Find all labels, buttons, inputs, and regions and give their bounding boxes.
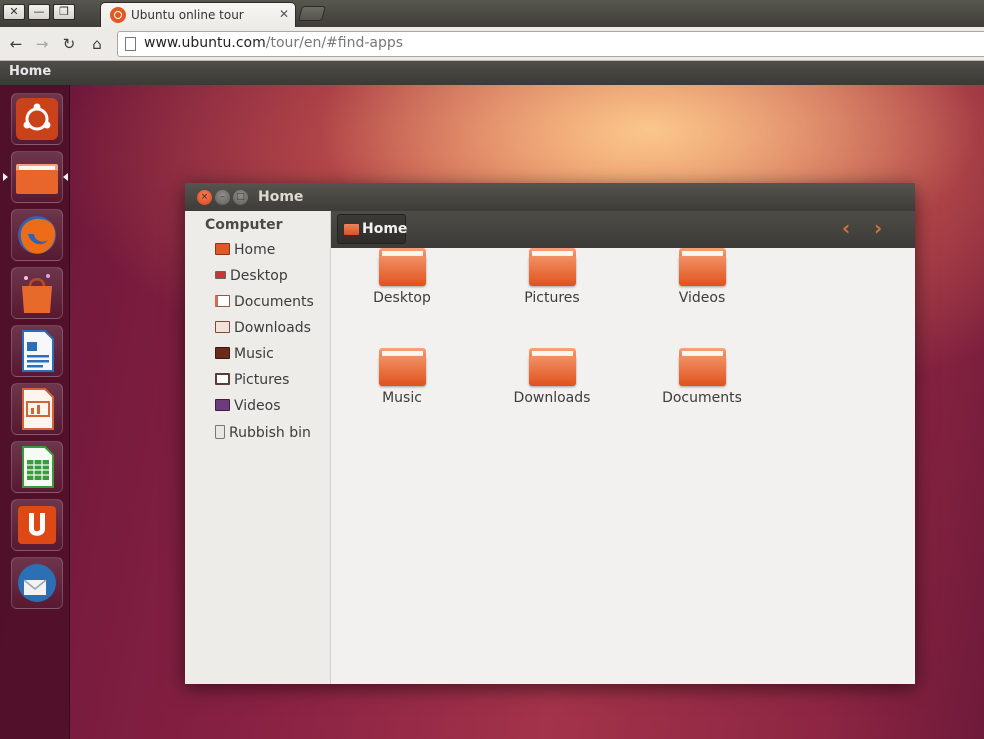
window-minimize-button[interactable]: –	[215, 190, 230, 205]
launcher-thunderbird-button[interactable]	[11, 557, 63, 609]
sidebar-item-downloads[interactable]: Downloads	[215, 320, 311, 342]
folder-label: Documents	[662, 390, 742, 406]
window-close-button[interactable]: ×	[197, 190, 212, 205]
tab-close-icon[interactable]: ✕	[279, 7, 289, 21]
file-manager-window: × – □ Home Computer Home Desktop Documen…	[185, 183, 915, 684]
thunderbird-icon	[18, 564, 56, 602]
folder-item-pictures[interactable]: Pictures	[497, 248, 607, 328]
folder-label: Pictures	[524, 290, 580, 306]
window-maximize-button[interactable]: □	[233, 190, 248, 205]
launcher-impress-button[interactable]	[11, 383, 63, 435]
folder-icon	[679, 348, 726, 386]
browser-close-button[interactable]: ✕	[3, 4, 25, 20]
launcher-firefox-button[interactable]	[11, 209, 63, 261]
url-text: www.ubuntu.com/tour/en/#find-apps	[144, 35, 404, 51]
documents-folder-icon	[215, 295, 230, 307]
breadcrumb-home[interactable]: Home	[337, 214, 407, 244]
folder-label: Videos	[678, 290, 726, 306]
pictures-folder-icon	[215, 373, 230, 385]
folder-label: Downloads	[513, 390, 591, 406]
chevron-left-icon[interactable]: ‹	[842, 216, 850, 240]
browser-tab-strip: ✕ — ❐ Ubuntu online tour ✕	[0, 0, 984, 27]
music-folder-icon	[215, 347, 230, 359]
window-titlebar[interactable]: × – □ Home	[185, 183, 915, 211]
libreoffice-calc-icon	[22, 446, 54, 488]
folder-icon	[529, 248, 576, 286]
folder-icon	[529, 348, 576, 386]
folder-label: Music	[382, 390, 422, 406]
folder-item-videos[interactable]: Videos	[647, 248, 757, 328]
new-tab-button[interactable]	[297, 6, 327, 21]
launcher-writer-button[interactable]	[11, 325, 63, 377]
ubuntu-one-icon	[18, 506, 56, 544]
browser-tab[interactable]: Ubuntu online tour ✕	[100, 2, 296, 27]
folder-icon	[16, 164, 58, 194]
launcher	[0, 85, 70, 739]
sidebar-item-pictures[interactable]: Pictures	[215, 372, 289, 394]
back-arrow-icon[interactable]: ←	[6, 34, 26, 54]
sidebar-item-music[interactable]: Music	[215, 346, 274, 368]
home-folder-icon	[215, 243, 230, 255]
home-icon[interactable]: ⌂	[87, 34, 107, 54]
location-pathbar: Home ‹ ›	[331, 211, 915, 248]
address-bar[interactable]: www.ubuntu.com/tour/en/#find-apps	[117, 31, 984, 57]
page-icon	[125, 37, 136, 51]
desktop-icon	[215, 271, 226, 279]
file-view: Desktop Pictures Videos Music Downloads …	[331, 248, 915, 684]
tab-title: Ubuntu online tour	[131, 8, 244, 22]
launcher-ubuntu-one-button[interactable]	[11, 499, 63, 551]
libreoffice-impress-icon	[22, 388, 54, 430]
firefox-icon	[18, 216, 56, 254]
top-panel: Home	[0, 61, 984, 85]
videos-folder-icon	[215, 399, 230, 411]
launcher-active-pip-left	[3, 173, 8, 181]
reload-icon[interactable]: ↻	[59, 34, 79, 54]
sidebar-item-rubbish-bin[interactable]: Rubbish bin	[215, 425, 311, 447]
software-center-bag-icon	[22, 274, 52, 313]
panel-title: Home	[9, 64, 52, 79]
sidebar-item-home[interactable]: Home	[215, 242, 275, 264]
sidebar-heading: Computer	[205, 217, 283, 233]
ubuntu-favicon-icon	[110, 7, 126, 23]
folder-item-music[interactable]: Music	[347, 348, 457, 428]
sidebar-item-videos[interactable]: Videos	[215, 398, 281, 420]
sidebar-item-documents[interactable]: Documents	[215, 294, 314, 316]
folder-item-desktop[interactable]: Desktop	[347, 248, 457, 328]
folder-item-downloads[interactable]: Downloads	[497, 348, 607, 428]
folder-label: Desktop	[373, 290, 431, 306]
downloads-folder-icon	[215, 321, 230, 333]
libreoffice-writer-icon	[22, 330, 54, 372]
places-sidebar: Computer Home Desktop Documents Download…	[185, 211, 331, 684]
home-folder-icon	[344, 224, 359, 235]
folder-icon	[379, 348, 426, 386]
rubbish-bin-icon	[215, 425, 225, 439]
launcher-calc-button[interactable]	[11, 441, 63, 493]
launcher-software-center-button[interactable]	[11, 267, 63, 319]
browser-restore-button[interactable]: ❐	[53, 4, 75, 20]
folder-icon	[379, 248, 426, 286]
folder-icon	[679, 248, 726, 286]
launcher-active-pip-right	[63, 173, 68, 181]
sidebar-item-desktop[interactable]: Desktop	[215, 268, 288, 290]
launcher-dash-button[interactable]	[11, 93, 63, 145]
chevron-right-icon[interactable]: ›	[874, 216, 882, 240]
dash-home-icon	[16, 98, 58, 140]
folder-item-documents[interactable]: Documents	[647, 348, 757, 428]
launcher-files-button[interactable]	[11, 151, 63, 203]
window-title: Home	[258, 189, 304, 205]
browser-minimize-button[interactable]: —	[28, 4, 50, 20]
forward-arrow-icon[interactable]: →	[32, 34, 52, 54]
browser-toolbar: ← → ↻ ⌂ www.ubuntu.com/tour/en/#find-app…	[0, 27, 984, 61]
